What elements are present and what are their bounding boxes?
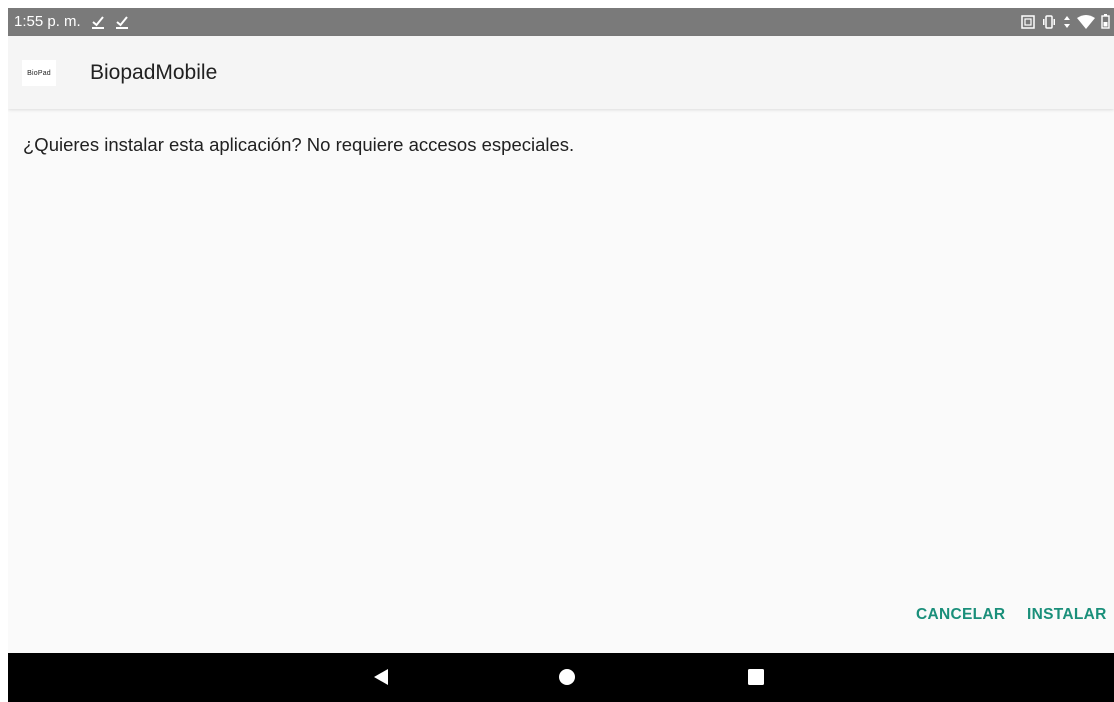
status-left: 1:55 p. m.: [14, 13, 129, 31]
install-button[interactable]: INSTALAR: [1027, 606, 1107, 624]
screenshot-icon: [1021, 14, 1035, 29]
download-done-icon: [91, 16, 104, 29]
data-arrows-icon: [1064, 15, 1070, 28]
status-right: [1021, 14, 1110, 29]
wifi-icon: [1077, 14, 1095, 29]
download-done-icon: [115, 16, 128, 29]
app-title: BiopadMobile: [90, 61, 218, 84]
home-icon[interactable]: [558, 668, 576, 686]
app-header: BioPad BiopadMobile: [8, 36, 1114, 109]
back-icon[interactable]: [373, 668, 389, 686]
vibrate-icon: [1043, 14, 1055, 29]
app-window: 1:55 p. m. BioPad BiopadMobile ¿Quieres …: [8, 8, 1114, 702]
app-logo-text: BioPad: [27, 69, 51, 77]
app-logo: BioPad: [22, 60, 56, 86]
cancel-button[interactable]: CANCELAR: [916, 606, 1005, 624]
recents-icon[interactable]: [748, 669, 764, 685]
battery-icon: [1101, 14, 1110, 29]
install-question: ¿Quieres instalar esta aplicación? No re…: [23, 134, 575, 155]
navigation-bar: [8, 653, 1114, 702]
status-bar: 1:55 p. m.: [8, 8, 1114, 36]
status-time: 1:55 p. m.: [14, 13, 81, 30]
